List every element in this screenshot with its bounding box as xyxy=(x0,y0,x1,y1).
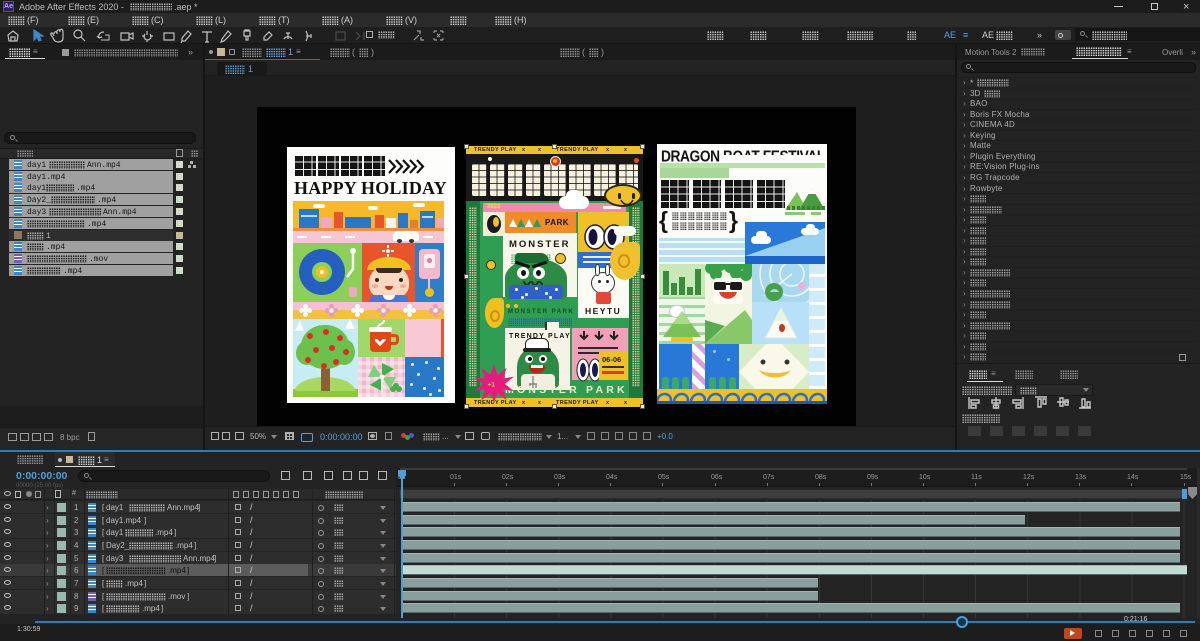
svg-text:+1: +1 xyxy=(488,382,496,389)
